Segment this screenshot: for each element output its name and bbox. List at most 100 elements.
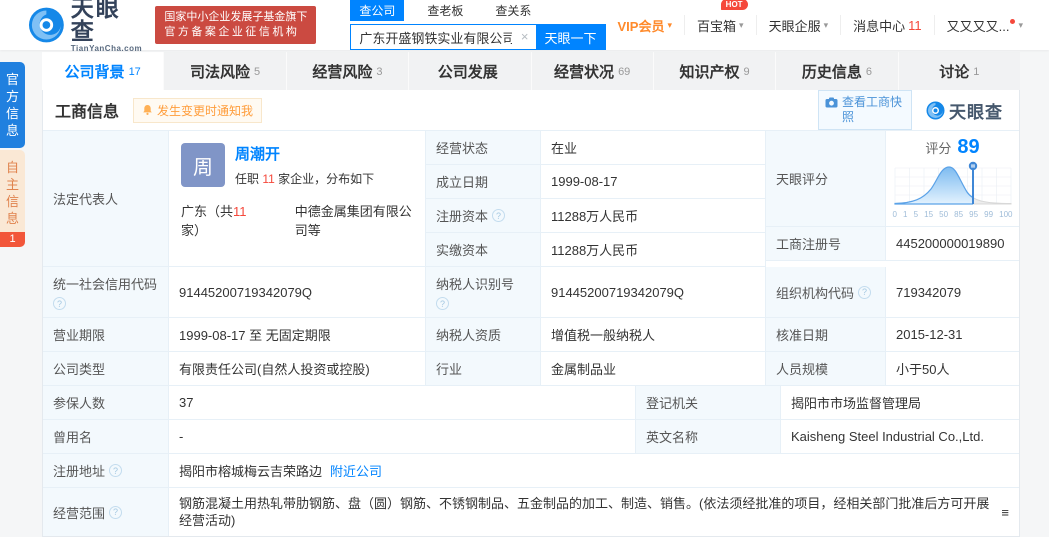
field-label-org-code: 组织机构代码 ? [766, 267, 886, 318]
address-label: 注册地址 [53, 464, 106, 479]
rep-desc-prefix: 任职 [235, 172, 260, 186]
nav-enterprise-label: 天眼企服 [768, 18, 821, 34]
field-label-insured-count: 参保人数 [43, 386, 169, 420]
notify-on-change-button[interactable]: 发生变更时通知我 [133, 97, 263, 123]
search-tab-company[interactable]: 查公司 [350, 0, 405, 21]
help-icon[interactable]: ? [492, 209, 506, 222]
business-scope-label: 经营范围 [53, 505, 106, 521]
tab-count: 1 [973, 66, 980, 78]
search-tab-boss[interactable]: 查老板 [418, 0, 472, 21]
field-label-industry: 行业 [426, 352, 541, 386]
tab-label: 公司发展 [437, 63, 498, 81]
score-value[interactable]: 89 [957, 136, 979, 159]
axis-tick: 15 [924, 210, 934, 219]
field-label-staff-size: 人员规模 [766, 352, 886, 386]
tab-judicial-risk[interactable]: 司法风险 5 [163, 52, 286, 90]
chevron-down-icon: ▾ [823, 19, 829, 30]
nav-enterprise-service[interactable]: 天眼企服 ▾ [755, 15, 841, 35]
hot-badge: HOT [720, 0, 748, 10]
business-scope-text: 钢筋混凝土用热轧带肋钢筋、盘（圆）钢筋、不锈钢制品、五金制品的加工、制造、销售。… [179, 496, 990, 528]
tab-operation-risk[interactable]: 经营风险 3 [285, 52, 409, 90]
tab-intellectual-property[interactable]: 知识产权 9 [652, 52, 776, 90]
help-icon[interactable]: ? [858, 285, 872, 299]
axis-tick: 5 [913, 210, 919, 219]
axis-tick: 99 [984, 210, 994, 219]
search-area: 查公司 查老板 查关系 × 天眼一下 [350, 0, 606, 50]
reg-capital-label: 注册资本 [436, 209, 489, 224]
org-code-label: 组织机构代码 [776, 285, 855, 301]
field-label-paid-capital: 实缴资本 [426, 233, 541, 267]
tab-count: 9 [743, 66, 750, 78]
search-input[interactable] [350, 24, 536, 50]
field-label-reg-number: 工商注册号 [766, 227, 886, 261]
legal-rep-cell: 周 周潮开 任职 11 家企业，分布如下 广东（共11家） 中德金属集团有限公司… [169, 131, 426, 267]
field-label-credit-code: 统一社会信用代码 ? [43, 267, 169, 318]
help-icon[interactable]: ? [436, 297, 449, 310]
field-value-org-code: 719342079 [886, 267, 1019, 318]
credit-code-label: 统一社会信用代码 [53, 277, 158, 292]
nav-vip-member[interactable]: VIP会员 ▾ [606, 15, 685, 35]
nav-toolbox[interactable]: HOT 百宝箱 ▾ [684, 0, 756, 35]
axis-tick: 1 [903, 210, 908, 219]
tab-label: 知识产权 [679, 63, 740, 81]
tab-label: 公司背景 [64, 63, 125, 81]
chevron-down-icon: ▾ [1018, 19, 1023, 30]
chevron-down-icon: ▾ [739, 19, 744, 30]
tianyancha-logo-icon [28, 7, 64, 43]
avatar[interactable]: 周 [181, 143, 225, 187]
search-tab-relation[interactable]: 查关系 [486, 0, 540, 21]
nearby-companies-link[interactable]: 附近公司 [330, 461, 382, 480]
score-axis-labels: 0 1 5 15 50 85 95 99 100 [893, 210, 1013, 219]
camera-icon [825, 97, 838, 108]
score-chart-cell: 评分 89 0 1 5 15 50 85 95 99 100 [886, 131, 1019, 227]
help-icon[interactable]: ? [109, 464, 123, 477]
notify-button-label: 发生变更时通知我 [157, 103, 254, 118]
tab-company-development[interactable]: 公司发展 [408, 52, 531, 90]
search-button[interactable]: 天眼一下 [535, 24, 606, 50]
tab-label: 历史信息 [801, 63, 862, 81]
score-marker-pin[interactable] [968, 161, 977, 171]
field-value-established: 1999-08-17 [541, 165, 766, 199]
nav-user-account[interactable]: 又又又又... ▾ [933, 15, 1035, 35]
tab-discussion[interactable]: 讨论 1 [897, 52, 1020, 90]
tab-company-background[interactable]: 公司背景 17 [42, 52, 164, 90]
axis-tick: 0 [892, 210, 897, 219]
side-tab-self-info[interactable]: 自主信息 [0, 150, 25, 232]
expand-icon[interactable]: ≡ [1001, 504, 1009, 521]
rep-region[interactable]: 广东（共11 家） [181, 201, 257, 239]
field-label-status: 经营状态 [426, 131, 541, 165]
field-value-paid-capital: 11288万人民币 [541, 233, 766, 267]
view-snapshot-button[interactable]: 查看工商快照 [818, 90, 912, 130]
chevron-down-icon: ▾ [667, 19, 673, 30]
tab-operation-status[interactable]: 经营状况 69 [530, 52, 653, 90]
rep-company-count: 11 [262, 172, 275, 186]
legal-rep-name-link[interactable]: 周潮开 [235, 143, 374, 164]
nav-message-center[interactable]: 消息中心 11 [840, 15, 934, 35]
tab-count: 3 [376, 66, 383, 78]
help-icon[interactable]: ? [53, 297, 66, 310]
gov-badge-line1: 国家中小企业发展子基金旗下 [164, 11, 308, 23]
tab-history-info[interactable]: 历史信息 6 [775, 52, 898, 90]
rep-region-prefix: 广东（共 [181, 204, 234, 219]
notification-dot [1010, 18, 1016, 24]
message-count: 11 [908, 17, 922, 33]
field-value-business-term: 1999-08-17 至 无固定期限 [169, 318, 426, 352]
clear-search-icon[interactable]: × [521, 29, 529, 44]
field-value-reg-number: 445200000019890 [886, 227, 1019, 261]
nav-message-label: 消息中心 [853, 18, 906, 34]
help-icon[interactable]: ? [109, 505, 123, 519]
rep-group-company[interactable]: 中德金属集团有限公司等 [295, 201, 413, 239]
score-fields-group: 天眼评分 评分 89 0 1 5 15 50 85 95 99 100 工商注册… [766, 131, 1019, 267]
field-label-established: 成立日期 [426, 165, 541, 199]
tab-count: 69 [618, 66, 631, 78]
field-value-registry: 揭阳市市场监督管理局 [781, 386, 1019, 420]
field-value-credit-code: 91445200719342079Q [169, 267, 426, 318]
tianyancha-logo[interactable]: 天眼查 TianYanCha.com [28, 0, 143, 53]
business-info-card: 工商信息 发生变更时通知我 查看工商快照 天眼查 法定代表人 周 周潮开 任职 … [42, 90, 1020, 537]
tab-label: 讨论 [939, 63, 970, 81]
side-tab-official-info[interactable]: 官方信息 [0, 62, 25, 148]
score-word: 评分 [925, 141, 952, 156]
score-distribution-chart [893, 161, 1011, 205]
field-value-staff-size: 小于50人 [886, 352, 1019, 386]
logo-subtitle: TianYanCha.com [70, 44, 143, 53]
